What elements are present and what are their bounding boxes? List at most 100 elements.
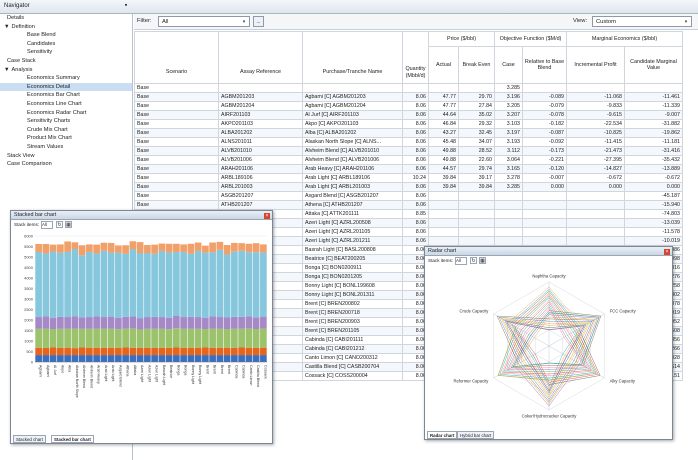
table-cell[interactable] bbox=[402, 83, 429, 93]
bar-segment[interactable] bbox=[122, 355, 129, 362]
table-cell[interactable]: Cossack [C] COSS200004 bbox=[302, 371, 403, 381]
bar-segment[interactable] bbox=[35, 243, 42, 252]
bar-segment[interactable] bbox=[35, 251, 42, 318]
table-cell[interactable]: Arab Light [C] ARBL189106 bbox=[302, 173, 403, 183]
table-cell[interactable]: 39.17 bbox=[458, 173, 495, 183]
bar-segment[interactable] bbox=[71, 328, 79, 349]
table-row[interactable]: Base AIRF201103 Al Jurf [C] AIRF201103 8.06… bbox=[134, 110, 683, 120]
table-cell[interactable] bbox=[494, 227, 523, 237]
table-cell[interactable]: Brent [C] BREN200718 bbox=[302, 308, 403, 318]
bar-segment[interactable] bbox=[49, 347, 57, 356]
bar-segment[interactable] bbox=[238, 355, 245, 362]
table-cell[interactable]: -13.039 bbox=[624, 218, 683, 228]
table-cell[interactable]: 3.207 bbox=[494, 110, 523, 120]
table-cell[interactable]: 3.205 bbox=[494, 101, 523, 111]
bar-segment[interactable] bbox=[216, 355, 224, 362]
grid-icon[interactable]: ▦ bbox=[65, 221, 72, 228]
table-cell[interactable]: Akpo [C] AKPO201103 bbox=[302, 119, 403, 129]
table-cell[interactable]: 8.06 bbox=[402, 155, 429, 165]
table-row[interactable]: Base ALNS201011 Alaskan North Slope [C] AL… bbox=[134, 137, 683, 147]
table-cell[interactable]: ALBA201202 bbox=[218, 128, 303, 138]
bar-segment[interactable] bbox=[86, 355, 93, 362]
table-cell[interactable] bbox=[458, 227, 495, 237]
table-cell[interactable]: -0.672 bbox=[566, 173, 625, 183]
table-cell[interactable]: -11.578 bbox=[624, 227, 683, 237]
tab-hybrid-bar-chart[interactable]: Hybrid bar chart bbox=[457, 431, 495, 439]
table-row[interactable]: Base ALVB201010 Alvheim Blend [C] ALVB2010… bbox=[134, 146, 683, 156]
table-cell[interactable]: 49.88 bbox=[428, 146, 459, 156]
bar-segment[interactable] bbox=[144, 328, 151, 348]
bar-segment[interactable] bbox=[260, 347, 267, 356]
chevron-down-icon[interactable]: ▾ bbox=[240, 18, 248, 26]
table-cell[interactable]: -19.862 bbox=[624, 128, 683, 138]
bar-segment[interactable] bbox=[202, 355, 209, 362]
col-quantity[interactable]: Quantity (Mbbl/d) bbox=[402, 31, 429, 84]
bar-segment[interactable] bbox=[86, 328, 93, 348]
table-cell[interactable]: Al Jurf [C] AIRF201103 bbox=[302, 110, 403, 120]
bar-segment[interactable] bbox=[194, 355, 202, 362]
bar-segment[interactable] bbox=[57, 355, 64, 362]
bar-segment[interactable] bbox=[187, 328, 195, 348]
bar-segment[interactable] bbox=[151, 347, 158, 356]
table-cell[interactable]: Bonny Light [C] BONL201311 bbox=[302, 290, 403, 300]
table-cell[interactable]: Base bbox=[134, 92, 219, 102]
bar-segment[interactable] bbox=[223, 254, 231, 318]
bar-segment[interactable] bbox=[49, 317, 57, 330]
close-icon[interactable]: × bbox=[664, 248, 670, 255]
table-cell[interactable]: -10.019 bbox=[624, 236, 683, 246]
table-cell[interactable]: 8.06 bbox=[402, 92, 429, 102]
table-cell[interactable]: -74.803 bbox=[624, 209, 683, 219]
table-cell[interactable]: 46.84 bbox=[428, 119, 459, 129]
bar-segment[interactable] bbox=[42, 355, 50, 362]
bar-segment[interactable] bbox=[216, 347, 224, 356]
col-incremental[interactable]: Incremental Profit bbox=[566, 46, 625, 84]
col-candidate[interactable]: Candidate Marginal Value bbox=[624, 46, 683, 84]
grid-icon[interactable]: ▦ bbox=[479, 257, 486, 264]
table-cell[interactable]: Basrah Light [C] BASL200808 bbox=[302, 245, 403, 255]
bar-segment[interactable] bbox=[151, 328, 158, 348]
table-cell[interactable]: -9.007 bbox=[624, 110, 683, 120]
radar-window-titlebar[interactable]: Radar chart × bbox=[425, 247, 672, 256]
bar-segment[interactable] bbox=[93, 355, 100, 362]
bar-segment[interactable] bbox=[252, 347, 260, 356]
col-relative[interactable]: Relative to Base Blend bbox=[522, 46, 567, 84]
filter-options-button[interactable]: ... bbox=[253, 16, 264, 27]
table-cell[interactable]: 44.64 bbox=[428, 110, 459, 120]
bar-segment[interactable] bbox=[260, 244, 267, 253]
table-cell[interactable]: Alvheim Blend [C] ALVB201010 bbox=[302, 146, 403, 156]
table-cell[interactable]: -31.882 bbox=[624, 119, 683, 129]
bar-segment[interactable] bbox=[202, 329, 209, 348]
table-row[interactable]: Base 3.285 bbox=[134, 83, 683, 93]
table-cell[interactable]: 39.84 bbox=[428, 173, 459, 183]
bar-segment[interactable] bbox=[245, 316, 253, 329]
table-cell[interactable]: Base bbox=[134, 173, 219, 183]
bar-segment[interactable] bbox=[136, 347, 144, 356]
table-cell[interactable]: -13.889 bbox=[624, 164, 683, 174]
table-cell[interactable]: 3.196 bbox=[494, 92, 523, 102]
bar-segment[interactable] bbox=[180, 347, 187, 356]
table-cell[interactable]: 3.193 bbox=[494, 137, 523, 147]
bar-segment[interactable] bbox=[187, 316, 195, 329]
table-cell[interactable]: Bonga [C] BON0201205 bbox=[302, 272, 403, 282]
bar-segment[interactable] bbox=[173, 316, 180, 329]
bar-segment[interactable] bbox=[115, 355, 122, 362]
bar-segment[interactable] bbox=[209, 242, 216, 253]
bar-segment[interactable] bbox=[173, 355, 180, 362]
bar-segment[interactable] bbox=[245, 328, 253, 348]
table-cell[interactable]: -27.395 bbox=[566, 155, 625, 165]
table-cell[interactable]: ALNS201011 bbox=[218, 137, 303, 147]
bar-segment[interactable] bbox=[231, 328, 238, 348]
table-cell[interactable]: 0.000 bbox=[566, 182, 625, 192]
table-cell[interactable]: 3.103 bbox=[494, 119, 523, 129]
bar-segment[interactable] bbox=[107, 242, 115, 253]
bar-segment[interactable] bbox=[49, 251, 57, 318]
bar-segment[interactable] bbox=[260, 328, 267, 348]
bar-segment[interactable] bbox=[57, 347, 64, 356]
bar-segment[interactable] bbox=[115, 329, 122, 348]
table-cell[interactable] bbox=[566, 209, 625, 219]
bar-segment[interactable] bbox=[78, 317, 86, 329]
bar-segment[interactable] bbox=[231, 242, 238, 252]
table-row[interactable]: Base ARBL189106 Arab Light [C] ARBL189106 1… bbox=[134, 173, 683, 183]
bar-segment[interactable] bbox=[252, 355, 260, 362]
bar-segment[interactable] bbox=[122, 316, 129, 329]
